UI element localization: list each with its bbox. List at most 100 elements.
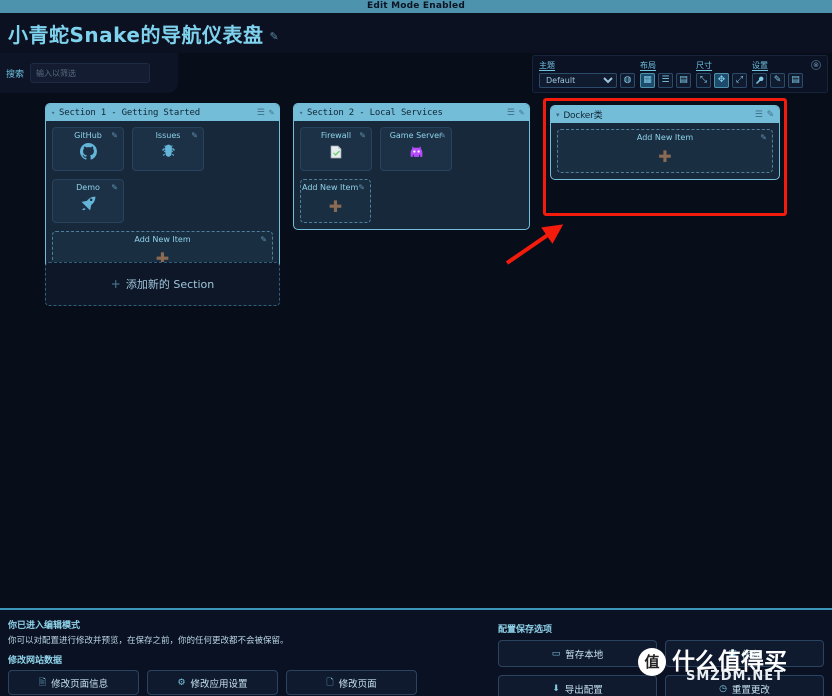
edit-mode-title: 你已进入编辑模式 bbox=[8, 621, 81, 631]
drag-handle-icon[interactable]: ☰ bbox=[755, 110, 763, 120]
edit-page-info-button[interactable]: 🖹 修改页面信息 bbox=[8, 670, 139, 695]
pencil-icon[interactable]: ✎ bbox=[269, 30, 279, 43]
pencil-icon[interactable]: ✎ bbox=[359, 131, 366, 140]
layout-list-icon[interactable]: ☰ bbox=[658, 73, 673, 88]
page-info-icon: 🖹 bbox=[38, 677, 47, 688]
close-icon[interactable]: ⊗ bbox=[811, 60, 821, 70]
edit-mode-banner: Edit Mode Enabled bbox=[0, 0, 832, 13]
item-card[interactable]: Firewall ✎ bbox=[300, 127, 372, 171]
button-label: 修改页面信息 bbox=[51, 678, 109, 690]
add-item-label: Add New Item bbox=[636, 133, 694, 142]
size-label: 尺寸 bbox=[696, 61, 712, 70]
pencil-icon[interactable]: ✎ bbox=[191, 131, 198, 140]
firewall-shield-icon bbox=[328, 144, 344, 164]
button-label: 保存 bbox=[741, 649, 761, 661]
section-title: Section 1 - Getting Started bbox=[59, 107, 200, 118]
edit-toolbar: ⊗ 主题 Default ◍ 布局 ▦ ☰ ▤ 尺寸 ⤡ ✥ ⤢ 设置 ✎ ▤ bbox=[532, 55, 828, 93]
edit-page-button[interactable]: 🗋 修改页面 bbox=[286, 670, 417, 695]
pencil-icon[interactable]: ✎ bbox=[767, 110, 775, 120]
edit-mode-description: 你可以对配置进行修改并预览，在保存之前，你的任何更改都不会被保留。 bbox=[8, 636, 289, 646]
item-title: Game Server bbox=[389, 131, 443, 140]
layers-icon[interactable]: ▤ bbox=[788, 73, 803, 88]
section-card: ▾ Section 1 - Getting Started ☰ ✎ GitHub… bbox=[45, 103, 280, 282]
item-card[interactable]: Demo ✎ bbox=[52, 179, 124, 223]
drag-handle-icon[interactable]: ☰ bbox=[257, 108, 265, 118]
item-title: Firewall bbox=[320, 131, 352, 140]
app-settings-icon: ⚙ bbox=[177, 677, 186, 688]
search-input[interactable] bbox=[30, 63, 151, 83]
rocket-icon bbox=[80, 195, 97, 216]
search-panel: 搜索 bbox=[0, 53, 178, 93]
page-title: 小青蛇Snake的导航仪表盘 ✎ bbox=[8, 19, 279, 48]
toolbar-group-layout: 布局 ▦ ☰ ▤ bbox=[640, 60, 691, 88]
toolbar-group-theme: 主题 Default ◍ bbox=[539, 60, 635, 88]
reset-changes-button[interactable]: ◷ 重置更改 bbox=[665, 675, 824, 696]
add-new-item-button[interactable]: Add New Item ✎ ✚ bbox=[557, 129, 773, 173]
item-card[interactable]: GitHub ✎ bbox=[52, 127, 124, 171]
edit-page-icon: 🗋 bbox=[326, 677, 334, 688]
pencil-icon[interactable]: ✎ bbox=[358, 183, 365, 192]
section-card: ▾ Docker类 ☰ ✎ Add New Item ✎ ✚ bbox=[550, 105, 780, 180]
save-button[interactable]: ▣ 保存 bbox=[665, 640, 824, 667]
bottom-panel: 你已进入编辑模式 你可以对配置进行修改并预览，在保存之前，你的任何更改都不会被保… bbox=[0, 608, 832, 696]
button-label: 修改页面 bbox=[338, 678, 377, 690]
save-icon: ▣ bbox=[728, 648, 737, 659]
page-header: 小青蛇Snake的导航仪表盘 ✎ bbox=[0, 13, 832, 53]
bug-icon bbox=[160, 143, 177, 164]
pencil-icon[interactable]: ✎ bbox=[269, 108, 274, 118]
save-options-buttons: ▭ 暂存本地 ▣ 保存 ⬇ 导出配置 ◷ 重置更改 bbox=[498, 640, 824, 696]
add-item-label: Add New Item bbox=[134, 235, 191, 244]
add-section-label: 添加新的 Section bbox=[125, 278, 215, 291]
github-icon bbox=[79, 143, 97, 164]
pencil-icon[interactable]: ✎ bbox=[111, 131, 118, 140]
drag-handle-icon[interactable]: ☰ bbox=[507, 108, 515, 118]
plus-icon: ✚ bbox=[328, 196, 343, 216]
add-new-item-button[interactable]: Add New Item ✎ ✚ bbox=[300, 179, 371, 223]
wrench-icon[interactable] bbox=[752, 73, 767, 88]
chevron-down-icon[interactable]: ▾ bbox=[51, 109, 55, 117]
page-title-text: 小青蛇Snake的导航仪表盘 bbox=[8, 23, 264, 47]
export-config-button[interactable]: ⬇ 导出配置 bbox=[498, 675, 657, 696]
bottom-left-panel: 你已进入编辑模式 你可以对配置进行修改并预览，在保存之前，你的任何更改都不会被保… bbox=[8, 618, 418, 695]
pencil-icon[interactable]: ✎ bbox=[519, 108, 524, 118]
section-body: Add New Item ✎ ✚ bbox=[551, 123, 779, 179]
item-card[interactable]: Issues ✎ bbox=[132, 127, 204, 171]
toolbar-group-size: 尺寸 ⤡ ✥ ⤢ bbox=[696, 60, 747, 88]
layout-column-icon[interactable]: ▤ bbox=[676, 73, 691, 88]
size-large-icon[interactable]: ⤢ bbox=[732, 73, 747, 88]
button-label: 修改应用设置 bbox=[190, 678, 248, 690]
section-header[interactable]: ▾ Docker类 ☰ ✎ bbox=[551, 106, 779, 123]
annotation-arrow bbox=[505, 224, 564, 265]
settings-label: 设置 bbox=[752, 61, 768, 70]
section-header[interactable]: ▾ Section 2 - Local Services ☰ ✎ bbox=[294, 104, 529, 121]
toolbar-group-settings: 设置 ✎ ▤ bbox=[752, 60, 803, 88]
pencil-icon[interactable]: ✎ bbox=[760, 133, 767, 142]
size-small-icon[interactable]: ⤡ bbox=[696, 73, 711, 88]
item-card[interactable]: Game Server ✎ bbox=[380, 127, 452, 171]
section-header[interactable]: ▾ Section 1 - Getting Started ☰ ✎ bbox=[46, 104, 279, 121]
game-invader-icon bbox=[408, 143, 425, 164]
edit-app-settings-button[interactable]: ⚙ 修改应用设置 bbox=[147, 670, 278, 695]
site-data-buttons: 🖹 修改页面信息 ⚙ 修改应用设置 🗋 修改页面 bbox=[8, 670, 418, 695]
export-icon: ⬇ bbox=[552, 683, 560, 694]
chevron-down-icon[interactable]: ▾ bbox=[556, 111, 560, 119]
pencil-icon[interactable]: ✎ bbox=[111, 183, 118, 192]
layout-grid-icon[interactable]: ▦ bbox=[640, 73, 655, 88]
save-options-subtitle: 配置保存选项 bbox=[498, 625, 553, 635]
pencil-icon[interactable]: ✎ bbox=[439, 131, 446, 140]
palette-icon[interactable]: ◍ bbox=[620, 73, 635, 88]
size-medium-icon[interactable]: ✥ bbox=[714, 73, 729, 88]
pencil-icon[interactable]: ✎ bbox=[260, 235, 267, 244]
pencil-edit-icon[interactable]: ✎ bbox=[770, 73, 785, 88]
section-title: Docker类 bbox=[563, 111, 603, 121]
section-card: ▾ Section 2 - Local Services ☰ ✎ Firewal… bbox=[293, 103, 530, 230]
section-body: GitHub ✎ Issues ✎ Demo ✎ Add New Item ✎ … bbox=[46, 121, 279, 281]
plus-icon: ✚ bbox=[658, 146, 672, 166]
save-local-button[interactable]: ▭ 暂存本地 bbox=[498, 640, 657, 667]
add-new-section-button[interactable]: + 添加新的 Section bbox=[45, 262, 280, 306]
reset-icon: ◷ bbox=[719, 683, 727, 694]
section-body: Firewall ✎ Game Server ✎ Add New Item ✎ … bbox=[294, 121, 529, 229]
chevron-down-icon[interactable]: ▾ bbox=[299, 109, 303, 117]
dashboard-app: Edit Mode Enabled 小青蛇Snake的导航仪表盘 ✎ 搜索 ⊗ 主… bbox=[0, 0, 832, 696]
theme-select[interactable]: Default bbox=[539, 73, 617, 88]
